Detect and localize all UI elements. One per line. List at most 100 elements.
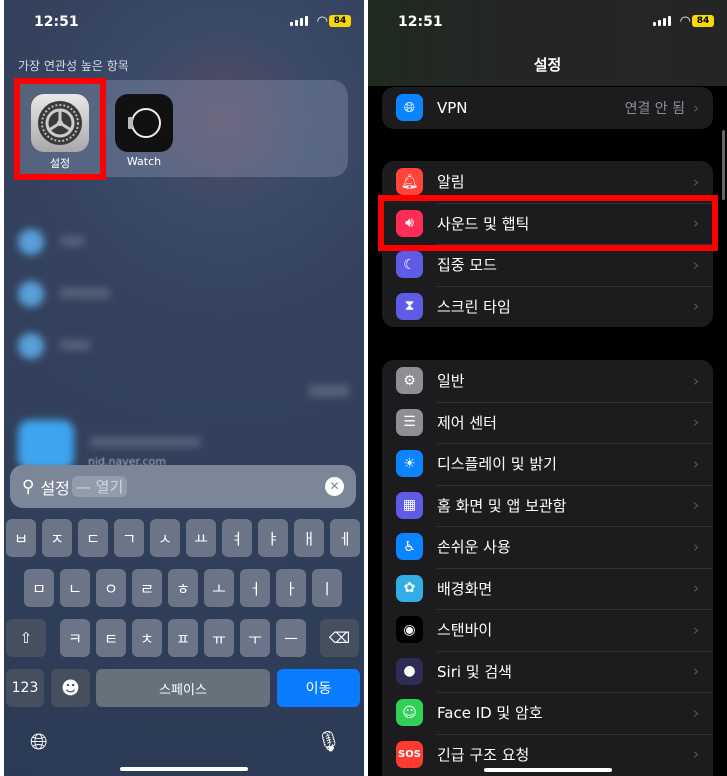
chevron-right-icon: › <box>693 413 699 432</box>
moon-icon: ☾ <box>396 251 423 279</box>
chevron-right-icon: › <box>693 662 699 681</box>
faceid-icon: ☺ <box>396 699 423 727</box>
settings-row-label: 제어 센터 <box>437 413 497 432</box>
key[interactable]: ㅍ <box>168 619 198 657</box>
chevron-right-icon: › <box>693 371 699 390</box>
key[interactable]: ㅊ <box>132 619 162 657</box>
accessibility-icon: ♿︎ <box>396 533 423 561</box>
chevron-right-icon: › <box>693 496 699 515</box>
signal-icon <box>290 16 308 26</box>
emoji-key[interactable]: ☻ <box>51 669 90 707</box>
key[interactable]: ㅛ <box>186 519 216 557</box>
key[interactable]: ㅁ <box>24 569 54 607</box>
chevron-right-icon: › <box>693 537 699 556</box>
key[interactable]: ㄴ <box>60 569 90 607</box>
battery-indicator: 84 <box>692 15 714 27</box>
scrollbar[interactable] <box>722 130 725 200</box>
settings-row-label: VPN <box>437 98 468 117</box>
delete-key[interactable]: ⌫ <box>320 619 359 657</box>
hourglass-icon: ⧗ <box>396 292 423 320</box>
key[interactable]: ㅑ <box>258 519 288 557</box>
grid-icon: ▦ <box>396 491 423 519</box>
app-watch[interactable]: Watch <box>115 94 179 168</box>
numbers-key[interactable]: 123 <box>6 669 44 707</box>
chevron-right-icon: › <box>693 98 699 117</box>
key[interactable]: ㅎ <box>168 569 198 607</box>
home-indicator <box>484 768 612 772</box>
settings-row[interactable]: 🌐︎ VPN 연결 안 됨 › <box>382 87 713 129</box>
wifi-icon: ◠ <box>316 14 328 29</box>
highlight-box <box>378 195 718 251</box>
key[interactable]: ㅇ <box>96 569 126 607</box>
settings-row[interactable]: ♿︎ 손쉬운 사용 › <box>382 526 713 568</box>
settings-row-label: 집중 모드 <box>437 256 497 275</box>
key[interactable]: ㅈ <box>42 519 72 557</box>
key[interactable]: ㅜ <box>240 619 270 657</box>
settings-row[interactable]: ☰ 제어 센터 › <box>382 401 713 444</box>
settings-row[interactable]: ◉ 스탠바이 › <box>382 609 713 651</box>
chevron-right-icon: › <box>693 297 699 316</box>
key[interactable]: ㄷ <box>78 519 108 557</box>
settings-group-network: 🌐︎ VPN 연결 안 됨 › <box>382 87 713 129</box>
go-key[interactable]: 이동 <box>277 669 360 707</box>
settings-row-label: 일반 <box>437 372 465 391</box>
settings-group-general: ⚙ 일반 › ☰ 제어 센터 › ☀ 디스플레이 및 밝기 › ▦ 홈 화면 및 앱 … <box>382 360 713 776</box>
settings-row-label: 배경화면 <box>437 579 493 598</box>
flower-icon: ✿ <box>396 574 423 602</box>
toggles-icon: ☰ <box>396 408 423 436</box>
key[interactable]: ㅕ <box>222 519 252 557</box>
status-time: 12:51 <box>34 14 79 30</box>
key[interactable]: ㅓ <box>240 569 270 607</box>
clear-icon[interactable]: ✕ <box>325 477 344 496</box>
settings-row[interactable]: ● Siri 및 검색 › <box>382 650 713 693</box>
home-indicator <box>120 767 248 771</box>
key[interactable]: ㅣ <box>312 569 342 607</box>
key[interactable]: ㅅ <box>150 519 180 557</box>
settings-row[interactable]: ▦ 홈 화면 및 앱 보관함 › <box>382 484 713 527</box>
page-title: 설정 <box>533 56 562 74</box>
key[interactable]: ㅡ <box>276 619 306 657</box>
chevron-right-icon: › <box>693 454 699 473</box>
settings-row[interactable]: ☀ 디스플레이 및 밝기 › <box>382 443 713 485</box>
search-icon: ⚲ <box>22 476 35 497</box>
siri-icon: ● <box>396 657 423 685</box>
settings-row[interactable]: ⧗ 스크린 타임 › <box>382 285 713 328</box>
chevron-right-icon: › <box>693 620 699 639</box>
signal-icon <box>653 16 671 26</box>
settings-row-label: 긴급 구조 요청 <box>437 745 530 764</box>
key[interactable]: ㅗ <box>204 569 234 607</box>
key[interactable]: ㄱ <box>114 519 144 557</box>
key[interactable]: ㅏ <box>276 569 306 607</box>
settings-row-label: Face ID 및 암호 <box>437 704 543 723</box>
settings-row[interactable]: ✿ 배경화면 › <box>382 567 713 610</box>
key[interactable]: ㅌ <box>96 619 126 657</box>
settings-row-label: 알림 <box>437 173 465 192</box>
chevron-right-icon: › <box>693 172 699 191</box>
key[interactable]: ㄹ <box>132 569 162 607</box>
spotlight-search-screen: 12:51 ◠ 84 가장 연관성 높은 항목 설정 Watch nid.nav… <box>4 0 364 776</box>
vpn-icon: 🌐︎ <box>396 94 423 122</box>
shift-key[interactable]: ⇧ <box>6 619 46 657</box>
wifi-icon: ◠ <box>679 14 691 29</box>
globe-icon[interactable]: 🌐︎ <box>30 730 48 755</box>
key[interactable]: ㅋ <box>60 619 90 657</box>
microphone-icon[interactable]: 🎙︎ <box>316 729 341 753</box>
search-field[interactable]: ⚲ 설정 — 열기 ✕ <box>10 465 356 508</box>
settings-screen: 12:51 ◠ 84 설정 🌐︎ VPN 연결 안 됨 › 🔔︎ 알림 › 🔊︎ … <box>368 0 727 776</box>
status-time: 12:51 <box>398 14 443 30</box>
battery-indicator: 84 <box>329 15 351 27</box>
key[interactable]: ㅔ <box>330 519 360 557</box>
settings-row[interactable]: ⚙ 일반 › <box>382 360 713 402</box>
settings-row[interactable]: ☺ Face ID 및 암호 › <box>382 692 713 734</box>
space-key[interactable]: 스페이스 <box>96 669 270 707</box>
key[interactable]: ㅂ <box>6 519 36 557</box>
sos-icon: SOS <box>396 740 423 768</box>
chevron-right-icon: › <box>693 579 699 598</box>
settings-row-label: 디스플레이 및 밝기 <box>437 455 557 474</box>
gear-icon: ⚙ <box>396 367 423 395</box>
standby-icon: ◉ <box>396 616 423 644</box>
key[interactable]: ㅐ <box>294 519 324 557</box>
key[interactable]: ㅠ <box>204 619 234 657</box>
settings-row-label: 홈 화면 및 앱 보관함 <box>437 496 567 515</box>
search-input[interactable]: 설정 <box>40 475 69 499</box>
